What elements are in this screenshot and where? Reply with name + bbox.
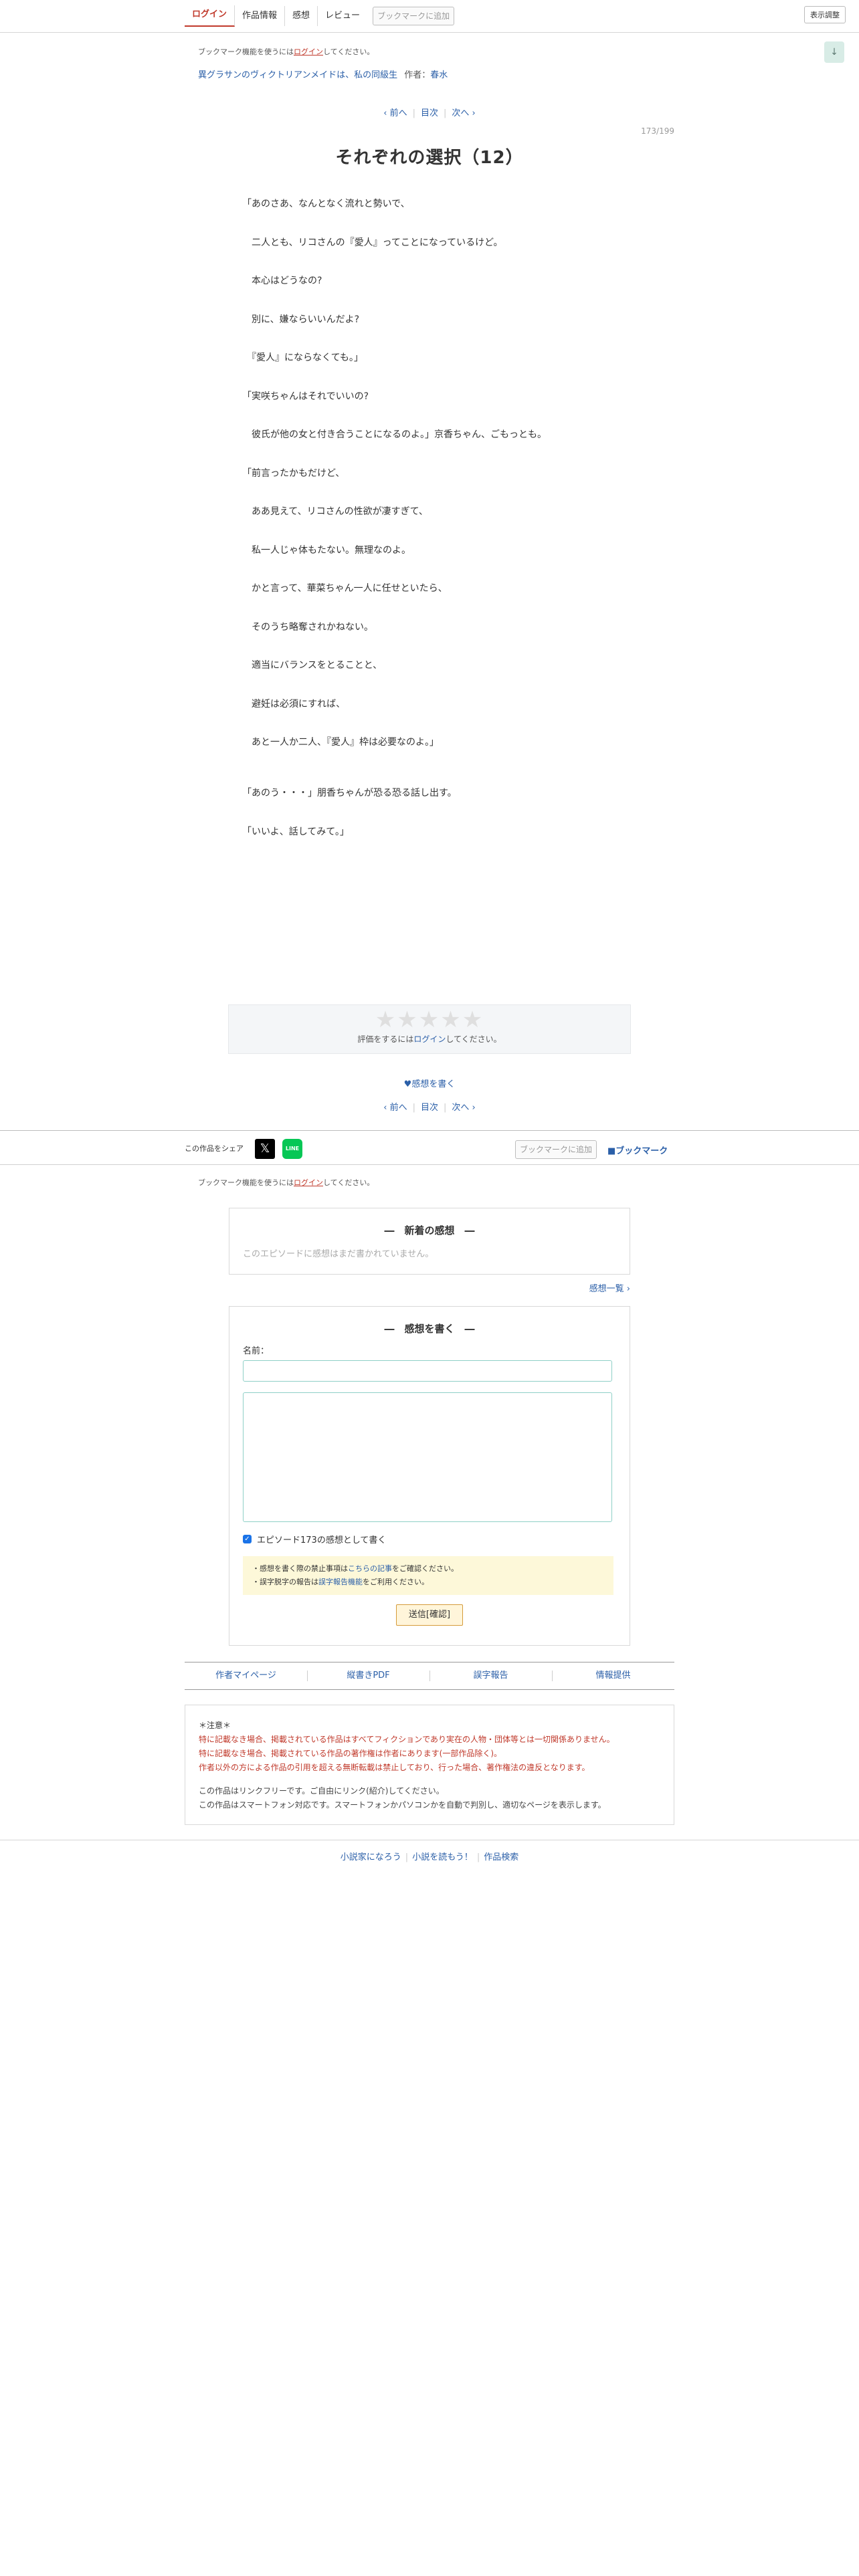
body-line: 「実咲ちゃんはそれでいいの? xyxy=(242,391,369,402)
body-line: 別に、嫌ならいいんだよ? xyxy=(242,314,360,325)
notes-line: 特に記載なき場合、掲載されている作品の著作権は作者にあります(一部作品除く)。 xyxy=(199,1748,502,1758)
pager-bottom: ‹ 前へ | 目次 | 次へ › xyxy=(383,1102,476,1113)
name-label: 名前： xyxy=(243,1346,270,1356)
caution-line-1: ・感想を書く際の禁止事項はこちらの記事をご確認ください。 xyxy=(252,1564,458,1573)
divider xyxy=(0,1164,859,1165)
site-footer: 小説家になろう | 小説を読もう！ | 作品検索 xyxy=(0,1839,859,1862)
body-line: 本心はどうなの? xyxy=(242,276,322,286)
vertical-pdf-link[interactable]: 縦書きPDF xyxy=(307,1662,430,1689)
episode-checkbox-row[interactable]: ✓ エピソード173の感想として書く xyxy=(243,1533,630,1545)
novel-title-link[interactable]: 異グラサンのヴィクトリアンメイドは、私の同級生 xyxy=(198,70,397,80)
display-settings-button[interactable]: 表示調整 xyxy=(804,6,846,23)
typo-report-link[interactable]: 誤字報告機能 xyxy=(318,1578,363,1586)
rating-login-link[interactable]: ログイン xyxy=(413,1035,446,1044)
prohibited-rules-link[interactable]: こちらの記事 xyxy=(348,1564,392,1573)
prev-link[interactable]: ‹ 前へ xyxy=(383,108,407,118)
body-line: 『愛人』にならなくても。」 xyxy=(242,352,363,363)
nav-menu: ログイン 作品情報 感想 レビュー ブックマークに追加 xyxy=(185,5,455,27)
author-link[interactable]: 春水 xyxy=(430,70,448,80)
bookmark-link[interactable]: ■ブックマーク xyxy=(607,1144,668,1156)
next-link[interactable]: 次へ › xyxy=(452,1103,475,1113)
typo-report-footer-link[interactable]: 誤字報告 xyxy=(430,1662,552,1689)
line-share-icon[interactable]: LINE xyxy=(282,1138,302,1159)
body-line: 「あのう・・・」朋香ちゃんが恐る恐る話し出す。 xyxy=(242,788,457,798)
body-line: 「いいよ、話してみて。」 xyxy=(242,826,349,837)
login-link[interactable]: ログイン xyxy=(294,47,323,56)
impressions-list-wrap: 感想一覧 › xyxy=(229,1281,630,1294)
write-impression-link-wrap: ♥感想を書く xyxy=(185,1077,674,1089)
toc-link[interactable]: 目次 xyxy=(421,108,438,118)
top-nav: ログイン 作品情報 感想 レビュー ブックマークに追加 表示調整 xyxy=(0,0,859,33)
body-line: 彼氏が他の女と付き合うことになるのよ。」京香ちゃん、ごもっとも。 xyxy=(242,429,547,440)
body-line: 「あのさあ、なんとなく流れと勢いで、 xyxy=(242,199,410,209)
rating-stars[interactable]: ★★★★★ xyxy=(229,1006,630,1033)
bookmark-add-button[interactable]: ブックマークに追加 xyxy=(515,1140,597,1159)
nav-novel-info[interactable]: 作品情報 xyxy=(235,6,286,26)
comments-section: ブックマーク機能を使うにはログインしてください。 ― 新着の感想 ― このエピソ… xyxy=(185,1177,674,1825)
prev-link[interactable]: ‹ 前へ xyxy=(383,1103,407,1113)
bookmark-login-notice: ブックマーク機能を使うにはログインしてください。 xyxy=(198,1178,375,1187)
notes-line: この作品はリンクフリーです。ご自由にリンク(紹介)してください。 xyxy=(199,1786,444,1796)
submit-confirm-button[interactable]: 送信[確認] xyxy=(396,1604,463,1626)
info-provide-link[interactable]: 情報提供 xyxy=(552,1662,674,1689)
checkbox-checked-icon[interactable]: ✓ xyxy=(243,1534,252,1543)
toc-link[interactable]: 目次 xyxy=(421,1103,438,1113)
scroll-down-button[interactable]: ↓ xyxy=(824,41,844,63)
login-link[interactable]: ログイン xyxy=(294,1178,323,1187)
episode-counter: 173/199 xyxy=(641,126,674,136)
episode-checkbox-label: エピソード173の感想として書く xyxy=(257,1535,387,1545)
bookmark-login-notice: ブックマーク機能を使うにはログインしてください。 xyxy=(198,47,375,56)
share-bar: この作品をシェア 𝕏 LINE ブックマークに追加 ■ブックマーク xyxy=(0,1130,859,1164)
notes-box: ＊注意＊ 特に記載なき場合、掲載されている作品はすべてフィクションであり実在の人… xyxy=(185,1704,674,1825)
write-impression-panel: ― 感想を書く ― 名前： ✓ エピソード173の感想として書く ・感想を書く際… xyxy=(229,1305,630,1646)
x-share-icon[interactable]: 𝕏 xyxy=(255,1138,275,1159)
notes-line: この作品はスマートフォン対応です。スマートフォンかパソコンかを自動で判別し、適切… xyxy=(199,1800,606,1810)
body-line: 適当にバランスをとることと、 xyxy=(242,660,383,671)
rating-login-note: 評価をするにはログインしてください。 xyxy=(357,1034,502,1044)
novel-search-link[interactable]: 作品検索 xyxy=(484,1852,518,1862)
footer-links: 作者マイページ 縦書きPDF 誤字報告 情報提供 xyxy=(185,1661,674,1690)
chapter-title: それぞれの選択（12） xyxy=(335,148,524,168)
write-impression-link[interactable]: ♥感想を書く xyxy=(404,1079,456,1089)
next-link[interactable]: 次へ › xyxy=(452,108,475,118)
body-line: 「前言ったかもだけど、 xyxy=(242,467,345,479)
nav-reviews[interactable]: レビュー xyxy=(318,6,367,26)
pager-top: ‹ 前へ | 目次 | 次へ › xyxy=(383,108,476,118)
main-content: ブックマーク機能を使うにはログインしてください。 異グラサンのヴィクトリアンメイ… xyxy=(185,46,674,1113)
bookmark-add-button[interactable]: ブックマークに追加 xyxy=(373,7,455,25)
no-impressions-text: このエピソードに感想はまだ書かれていません。 xyxy=(243,1249,434,1259)
chapter-body: 「あのさあ、なんとなく流れと勢いで、 二人とも、リコさんの『愛人』ってことになっ… xyxy=(242,198,617,839)
body-line: かと言って、華菜ちゃん一人に任せといたら、 xyxy=(242,583,448,594)
author-mypage-link[interactable]: 作者マイページ xyxy=(185,1662,307,1689)
syosetu-home-link[interactable]: 小説家になろう xyxy=(341,1852,401,1862)
body-line: 避妊は必須にすれば、 xyxy=(242,698,346,710)
latest-impressions-title: ― 新着の感想 ― xyxy=(384,1224,475,1237)
notes-heading: ＊注意＊ xyxy=(199,1720,231,1730)
write-impression-title: ― 感想を書く ― xyxy=(384,1322,475,1335)
nav-impressions[interactable]: 感想 xyxy=(285,6,318,26)
yomou-link[interactable]: 小説を読もう！ xyxy=(412,1852,473,1862)
latest-impressions-panel: ― 新着の感想 ― このエピソードに感想はまだ書かれていません。 xyxy=(229,1207,630,1275)
impressions-list-link[interactable]: 感想一覧 › xyxy=(589,1284,630,1294)
rating-box: ★★★★★ 評価をするにはログインしてください。 xyxy=(228,1004,631,1054)
body-line: そのうち略奪されかねない。 xyxy=(242,621,373,633)
impression-textarea[interactable] xyxy=(243,1392,612,1522)
caution-line-2: ・誤字脱字の報告は誤字報告機能をご利用ください。 xyxy=(252,1577,429,1586)
novel-title-line: 異グラサンのヴィクトリアンメイドは、私の同級生 作者：春水 xyxy=(198,70,448,80)
nav-login[interactable]: ログイン xyxy=(185,5,235,27)
body-line: あと一人か二人、『愛人』枠は必要なのよ。」 xyxy=(242,737,439,748)
body-line: 二人とも、リコさんの『愛人』ってことになっているけど。 xyxy=(242,237,503,248)
body-line: 私一人じゃ体もたない。無理なのよ。 xyxy=(242,544,411,556)
name-input[interactable] xyxy=(243,1360,612,1382)
caution-box: ・感想を書く際の禁止事項はこちらの記事をご確認ください。 ・誤字脱字の報告は誤字… xyxy=(243,1555,613,1595)
share-label: この作品をシェア xyxy=(185,1144,244,1153)
notes-line: 特に記載なき場合、掲載されている作品はすべてフィクションであり実在の人物・団体等… xyxy=(199,1734,615,1744)
notes-line: 作者以外の方による作品の引用を超える無断転載は禁止しており、行った場合、著作権法… xyxy=(199,1762,590,1772)
body-line: ああ見えて、リコさんの性欲が凄すぎて、 xyxy=(242,506,428,517)
